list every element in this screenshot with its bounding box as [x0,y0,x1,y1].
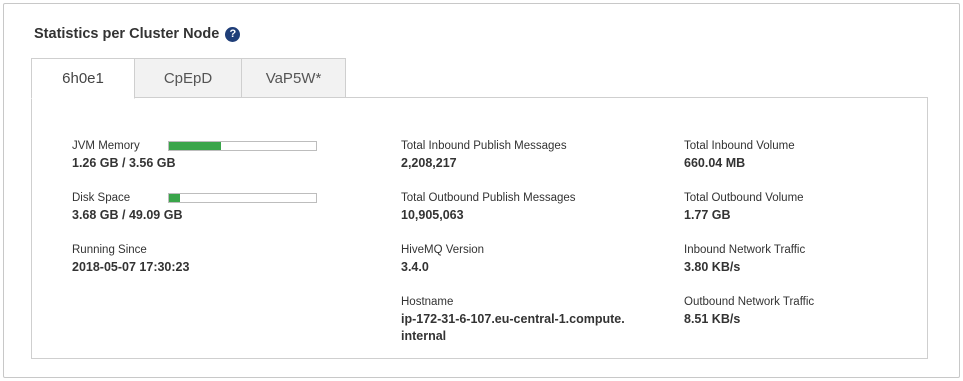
jvm-memory-label: JVM Memory [72,140,140,152]
jvm-memory-value: 1.26 GB / 3.56 GB [72,156,176,170]
total-inbound-publish-label: Total Inbound Publish Messages [401,140,567,152]
card-header: Statistics per Cluster Node ? [34,26,241,42]
total-outbound-publish-label: Total Outbound Publish Messages [401,192,576,204]
stat-total-outbound-publish: Total Outbound Publish Messages 10,905,0… [401,191,576,224]
stat-jvm-memory: JVM Memory 1.26 GB / 3.56 GB [72,139,317,172]
total-inbound-volume-value: 660.04 MB [684,156,746,170]
inbound-network-traffic-label: Inbound Network Traffic [684,244,806,256]
disk-space-value: 3.68 GB / 49.09 GB [72,208,183,222]
total-outbound-volume-value: 1.77 GB [684,208,731,222]
disk-space-label: Disk Space [72,192,131,204]
total-inbound-publish-value: 2,208,217 [401,156,457,170]
outbound-network-traffic-label: Outbound Network Traffic [684,296,815,308]
stat-total-inbound-volume: Total Inbound Volume 660.04 MB [684,139,795,172]
disk-space-bar-fill [169,194,181,202]
jvm-memory-bar-fill [169,142,222,150]
stat-disk-space: Disk Space 3.68 GB / 49.09 GB [72,191,317,224]
node-tabs: 6h0e1 CpEpD VaP5W* [31,58,346,99]
hostname-value: ip-172-31-6-107.eu-central-1.compute.int… [401,312,625,343]
hostname-label: Hostname [401,296,454,308]
tab-panel: JVM Memory 1.26 GB / 3.56 GB Disk Space … [31,97,928,359]
stat-total-inbound-publish: Total Inbound Publish Messages 2,208,217 [401,139,567,172]
outbound-network-traffic-value: 8.51 KB/s [684,312,741,326]
tab-node-cpepd[interactable]: CpEpD [134,58,242,99]
total-inbound-volume-label: Total Inbound Volume [684,140,795,152]
stat-total-outbound-volume: Total Outbound Volume 1.77 GB [684,191,804,224]
question-circle-icon[interactable]: ? [225,26,241,42]
stat-inbound-network-traffic: Inbound Network Traffic 3.80 KB/s [684,243,805,276]
stat-outbound-network-traffic: Outbound Network Traffic 8.51 KB/s [684,295,814,328]
running-since-label: Running Since [72,244,147,256]
inbound-network-traffic-value: 3.80 KB/s [684,260,741,274]
tab-node-vap5w[interactable]: VaP5W* [241,58,346,99]
disk-space-bar [168,193,317,203]
hivemq-version-value: 3.4.0 [401,260,429,274]
stat-running-since: Running Since 2018-05-07 17:30:23 [72,243,189,276]
hivemq-version-label: HiveMQ Version [401,244,485,256]
card-title: Statistics per Cluster Node [34,26,220,42]
running-since-value: 2018-05-07 17:30:23 [72,260,190,274]
jvm-memory-bar [168,141,317,151]
total-outbound-volume-label: Total Outbound Volume [684,192,804,204]
stat-hostname: Hostname ip-172-31-6-107.eu-central-1.co… [401,295,627,345]
stat-hivemq-version: HiveMQ Version 3.4.0 [401,243,484,276]
tab-node-6h0e1[interactable]: 6h0e1 [31,58,135,99]
total-outbound-publish-value: 10,905,063 [401,208,464,222]
